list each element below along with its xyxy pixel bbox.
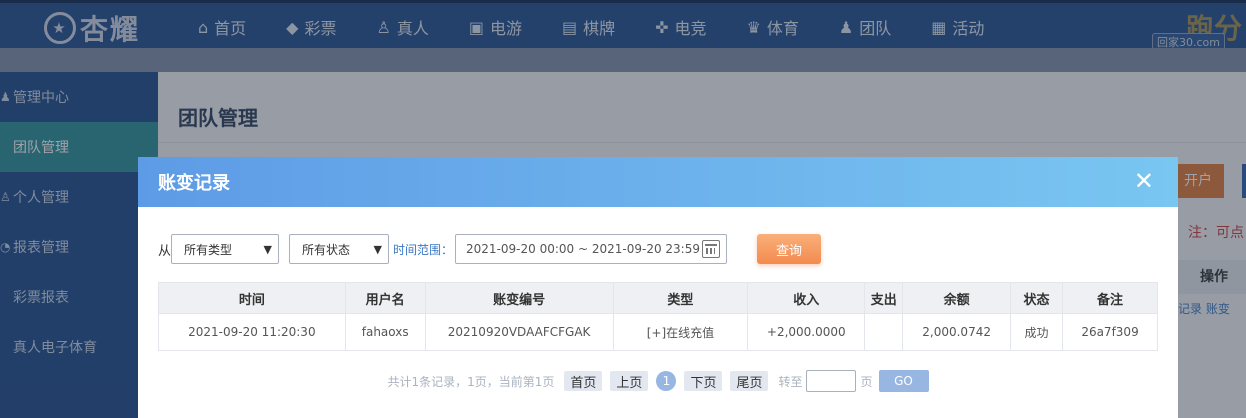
table-row: 2021-09-20 11:20:30 fahaoxs 20210920VDAA… (158, 313, 1158, 351)
filter-bar: 从 所有类型 ▼ 所有状态 ▼ 时间范围： 2021-09-20 00:00 ~ 2… (158, 234, 822, 264)
col-header-txn-id: 账变编号 (424, 282, 614, 314)
col-header-type: 类型 (612, 282, 749, 314)
cell-expense (864, 313, 904, 351)
goto-label: 转至 (778, 374, 803, 389)
cell-income: +2,000.0000 (747, 313, 866, 351)
transaction-records-modal: 账变记录 ✕ 从 所有类型 ▼ 所有状态 ▼ 时间范围： 2021-09-20 00… (138, 157, 1178, 418)
col-header-status: 状态 (1010, 282, 1064, 314)
type-select[interactable]: 所有类型 ▼ (171, 234, 280, 264)
pagination: 共计1条记录，1页，当前第1页 首页 上页 1 下页 尾页 转至 页 GO (138, 370, 1178, 392)
go-button[interactable]: GO (878, 370, 929, 392)
query-button[interactable]: 查询 (757, 234, 822, 264)
cell-type: [+]在线充值 (612, 313, 749, 351)
cell-username: fahaoxs (344, 313, 426, 351)
table-header-row: 时间 用户名 账变编号 类型 收入 支出 余额 状态 备注 (158, 282, 1158, 314)
close-icon[interactable]: ✕ (1134, 169, 1154, 193)
current-page-indicator[interactable]: 1 (656, 371, 677, 391)
cell-status: 成功 (1010, 313, 1064, 351)
first-page-button[interactable]: 首页 (564, 371, 603, 391)
transaction-table: 时间 用户名 账变编号 类型 收入 支出 余额 状态 备注 2021-09-20… (158, 282, 1158, 351)
goto-page-input[interactable] (806, 370, 857, 392)
col-header-time: 时间 (158, 282, 346, 314)
prev-page-button[interactable]: 上页 (610, 371, 649, 391)
from-label: 从 (158, 243, 172, 259)
chevron-down-icon: ▼ (373, 242, 383, 256)
cell-txn-id: 20210920VDAAFCFGAK (424, 313, 614, 351)
status-select[interactable]: 所有状态 ▼ (289, 234, 390, 264)
modal-header: 账变记录 ✕ (138, 157, 1178, 207)
next-page-button[interactable]: 下页 (684, 371, 723, 391)
modal-title: 账变记录 (158, 173, 230, 194)
page-unit-label: 页 (860, 374, 873, 389)
cell-remark: 26a7f309 (1062, 313, 1158, 351)
col-header-username: 用户名 (344, 282, 426, 314)
pagination-summary: 共计1条记录，1页，当前第1页 (387, 374, 555, 389)
col-header-balance: 余额 (902, 282, 1012, 314)
cell-balance: 2,000.0742 (902, 313, 1012, 351)
last-page-button[interactable]: 尾页 (730, 371, 769, 391)
date-range-input[interactable]: 2021-09-20 00:00 ~ 2021-09-20 23:59 (455, 234, 728, 264)
time-range-label: 时间范围： (393, 242, 454, 257)
col-header-income: 收入 (747, 282, 866, 314)
col-header-expense: 支出 (864, 282, 904, 314)
calendar-icon[interactable] (702, 240, 721, 258)
col-header-remark: 备注 (1062, 282, 1158, 314)
chevron-down-icon: ▼ (263, 242, 273, 256)
cell-time: 2021-09-20 11:20:30 (158, 313, 346, 351)
